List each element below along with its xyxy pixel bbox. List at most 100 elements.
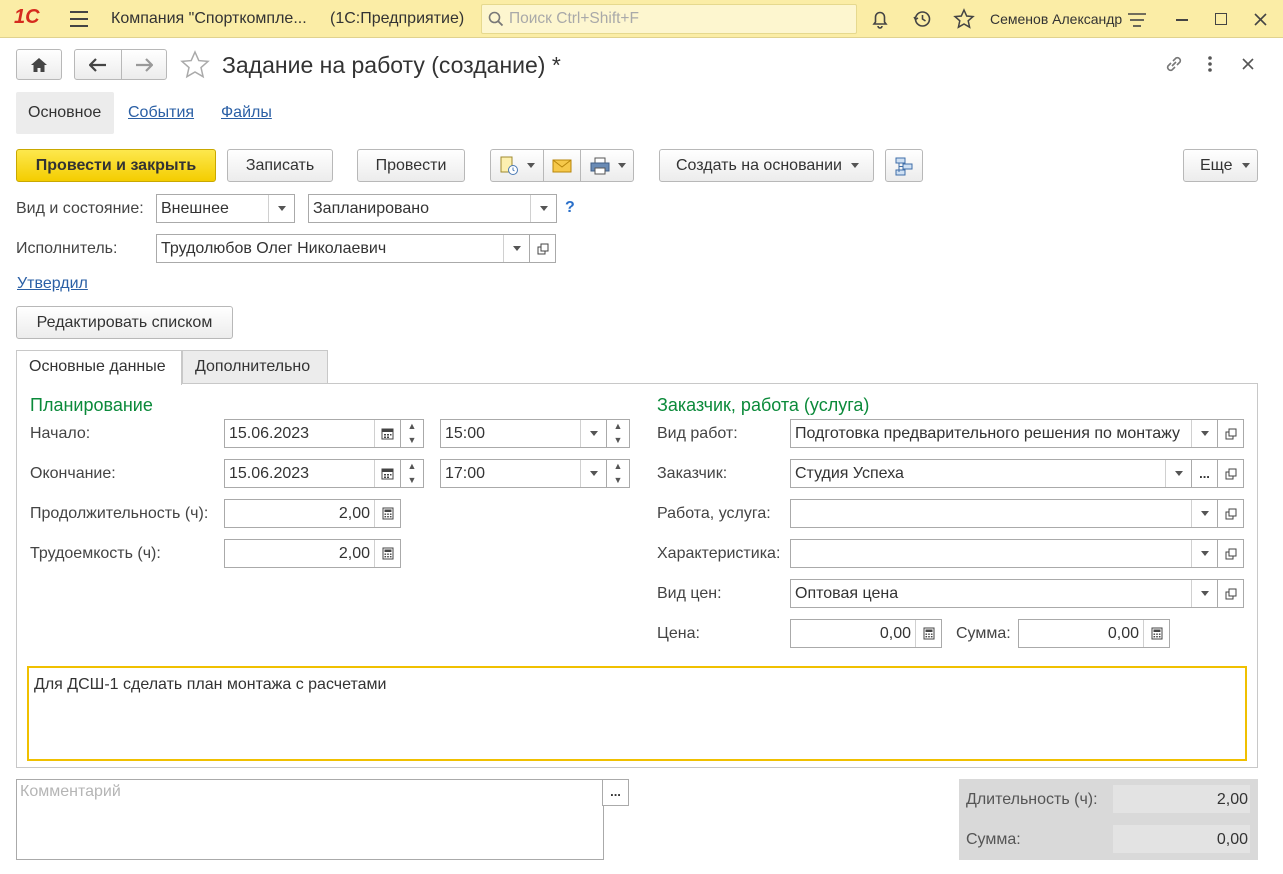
chevron-down-icon[interactable] (1191, 580, 1217, 607)
post-button[interactable]: Провести (357, 149, 465, 182)
calculator-icon[interactable] (915, 620, 941, 647)
save-button[interactable]: Записать (227, 149, 333, 182)
inner-tab-main[interactable]: Основные данные (16, 350, 182, 385)
calculator-icon[interactable] (1143, 620, 1169, 647)
executor-value: Трудолюбов Олег Николаевич (161, 240, 387, 257)
chevron-down-icon[interactable] (580, 460, 606, 487)
customer-field[interactable]: Студия Успеха (790, 459, 1192, 488)
duration-value: 2,00 (338, 505, 370, 522)
char-field[interactable] (790, 539, 1218, 568)
customer-label: Заказчик: (657, 465, 728, 482)
search-placeholder: Поиск Ctrl+Shift+F (509, 10, 639, 27)
end-time-field[interactable]: 17:00 (440, 459, 607, 488)
calendar-icon[interactable] (374, 420, 400, 447)
chevron-down-icon[interactable] (1191, 540, 1217, 567)
executor-field[interactable]: Трудолюбов Олег Николаевич (156, 234, 530, 263)
maximize-icon[interactable] (1215, 13, 1227, 25)
report-dropdown-button[interactable] (490, 149, 544, 182)
print-dropdown-button[interactable] (580, 149, 634, 182)
open-icon (1225, 468, 1236, 479)
start-date-value: 15.06.2023 (229, 425, 310, 442)
back-button[interactable] (74, 49, 122, 80)
user-name[interactable]: Семенов Александр (990, 11, 1122, 27)
close-window-icon[interactable] (1254, 13, 1267, 26)
chevron-down-icon[interactable] (268, 195, 294, 222)
calendar-icon[interactable] (374, 460, 400, 487)
bell-icon[interactable] (870, 9, 890, 29)
link-icon[interactable] (1163, 53, 1185, 75)
home-button[interactable] (16, 49, 62, 80)
inner-tab-extra[interactable]: Дополнительно (182, 350, 328, 383)
end-label: Окончание: (30, 465, 116, 482)
total-sum-field: 0,00 (1113, 825, 1250, 853)
sum-field[interactable]: 0,00 (1018, 619, 1170, 648)
tab-main[interactable]: Основное (16, 92, 114, 134)
report-icon (500, 156, 518, 175)
price-label: Цена: (657, 625, 700, 642)
customer-value: Студия Успеха (795, 465, 904, 482)
favorite-star-icon[interactable] (179, 49, 211, 81)
calculator-icon[interactable] (374, 540, 400, 567)
history-icon[interactable] (912, 9, 932, 29)
end-date-field[interactable]: 15.06.2023 (224, 459, 401, 488)
chevron-down-icon[interactable] (1191, 420, 1217, 447)
calculator-icon[interactable] (374, 500, 400, 527)
tab-files[interactable]: Файлы (221, 104, 272, 122)
close-form-icon[interactable] (1242, 58, 1254, 70)
chevron-down-icon (1241, 163, 1250, 168)
open-icon (1225, 588, 1236, 599)
tab-main-label: Основное (28, 104, 102, 121)
edit-list-button[interactable]: Редактировать списком (16, 306, 233, 339)
more-button[interactable]: Еще (1183, 149, 1258, 182)
price-type-field[interactable]: Оптовая цена (790, 579, 1218, 608)
comment-expand-button[interactable]: ... (602, 779, 629, 806)
labor-field[interactable]: 2,00 (224, 539, 401, 568)
open-char-button[interactable] (1217, 539, 1244, 568)
comment-placeholder: Комментарий (20, 783, 121, 800)
chevron-down-icon[interactable] (1191, 500, 1217, 527)
search-input[interactable]: Поиск Ctrl+Shift+F (481, 4, 857, 34)
minimize-icon[interactable] (1176, 19, 1188, 21)
comment-textarea[interactable]: Комментарий (16, 779, 604, 860)
kind-select[interactable]: Внешнее (156, 194, 295, 223)
work-type-field[interactable]: Подготовка предварительного решения по м… (790, 419, 1218, 448)
duration-field[interactable]: 2,00 (224, 499, 401, 528)
forward-button[interactable] (121, 49, 167, 80)
more-vertical-icon[interactable] (1206, 54, 1214, 74)
help-icon[interactable]: ? (565, 199, 575, 217)
open-work-type-button[interactable] (1217, 419, 1244, 448)
chevron-down-icon[interactable] (580, 420, 606, 447)
chevron-down-icon[interactable] (530, 195, 556, 222)
app-name: (1С:Предприятие) (330, 10, 465, 27)
work-field[interactable] (790, 499, 1218, 528)
open-price-type-button[interactable] (1217, 579, 1244, 608)
end-time-spinner[interactable]: ▲ ▼ (606, 459, 630, 488)
1c-logo[interactable]: 1С (14, 6, 40, 29)
end-date-spinner[interactable]: ▲ ▼ (400, 459, 424, 488)
select-customer-button[interactable]: ... (1191, 459, 1218, 488)
start-time-spinner[interactable]: ▲ ▼ (606, 419, 630, 448)
settings-lines-icon[interactable] (1127, 11, 1147, 29)
description-text: Для ДСШ-1 сделать план монтажа с расчета… (34, 676, 387, 693)
start-date-field[interactable]: 15.06.2023 (224, 419, 401, 448)
open-customer-button[interactable] (1217, 459, 1244, 488)
email-button[interactable] (543, 149, 581, 182)
state-select[interactable]: Запланировано (308, 194, 557, 223)
tab-events[interactable]: События (128, 104, 194, 122)
approved-link[interactable]: Утвердил (17, 275, 88, 293)
chevron-down-icon[interactable] (1165, 460, 1191, 487)
open-executor-button[interactable] (529, 234, 556, 263)
price-field[interactable]: 0,00 (790, 619, 942, 648)
chevron-down-icon[interactable] (503, 235, 529, 262)
create-based-button[interactable]: Создать на основании (659, 149, 874, 182)
start-date-spinner[interactable]: ▲ ▼ (400, 419, 424, 448)
start-time-field[interactable]: 15:00 (440, 419, 607, 448)
start-label: Начало: (30, 425, 91, 442)
description-textarea[interactable]: Для ДСШ-1 сделать план монтажа с расчета… (27, 666, 1247, 761)
post-and-close-button[interactable]: Провести и закрыть (16, 149, 216, 182)
structure-button[interactable] (885, 149, 923, 182)
open-work-button[interactable] (1217, 499, 1244, 528)
menu-icon[interactable] (70, 11, 88, 27)
favorites-star-icon[interactable] (953, 8, 975, 30)
total-sum-value: 0,00 (1216, 831, 1248, 848)
